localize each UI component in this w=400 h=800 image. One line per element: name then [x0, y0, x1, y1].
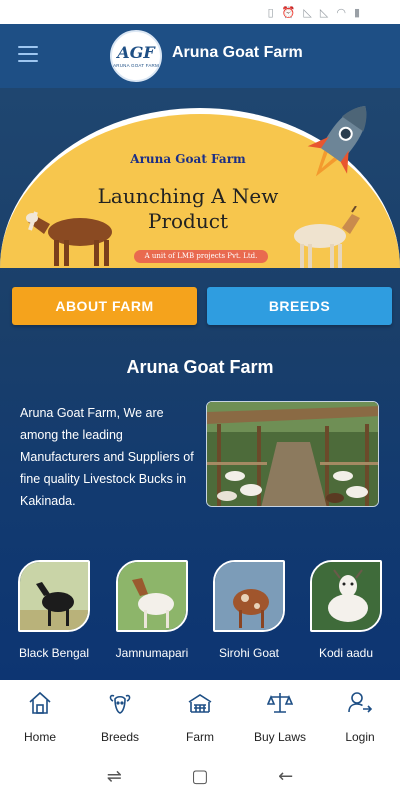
nav-item-buy-laws[interactable]: Buy Laws [240, 680, 320, 752]
section-title: Aruna Goat Farm [126, 357, 274, 377]
breed-card-black-bengal[interactable]: Black Bengal [18, 560, 90, 660]
scale-icon [267, 693, 293, 713]
no-signal-icon: ◺ [303, 5, 312, 19]
breed-card-sirohi-goat[interactable]: Sirohi Goat [213, 560, 285, 660]
app-bar: AGF ARUNA GOAT FARM Aruna Goat Farm [0, 24, 400, 88]
recent-apps-icon[interactable]: ⇌ [107, 766, 122, 787]
unit-badge: A unit of LMB projects Pvt. Ltd. [134, 250, 268, 263]
farm-shed-image [207, 402, 378, 506]
breeds-button[interactable]: BREEDS [207, 287, 392, 325]
back-icon[interactable]: ← [278, 766, 293, 787]
system-nav-bar: ⇌ ▢ ← [0, 752, 400, 800]
about-description: Aruna Goat Farm, We are among the leadin… [20, 406, 194, 508]
user-login-icon [348, 692, 373, 713]
logo-text: AGF [117, 42, 155, 62]
nav-label: Buy Laws [253, 730, 307, 744]
breed-image [116, 560, 188, 632]
goat-illustration-right [294, 206, 360, 268]
farm-icon [188, 694, 212, 713]
app-title: Aruna Goat Farm [172, 44, 303, 61]
breed-image [310, 560, 382, 632]
battery-icon: ▮ [353, 5, 360, 19]
promo-banner[interactable]: Aruna Goat Farm Launching A New Product [0, 88, 400, 268]
nav-item-farm[interactable]: Farm [160, 680, 240, 752]
status-bar: ▯ ⏰ ◺ ◺ ◠ ▮ [0, 0, 400, 24]
breeds-row: Black Bengal Jamnumapari Sirohi Goat Kod… [0, 560, 400, 670]
breed-image [18, 560, 90, 632]
nav-item-home[interactable]: Home [0, 680, 80, 752]
wifi-icon: ◠ [336, 5, 346, 19]
nav-item-login[interactable]: Login [320, 680, 400, 752]
breed-label: Jamnumapari [115, 646, 189, 660]
menu-icon[interactable] [18, 46, 38, 62]
breed-label: Kodi aadu [318, 646, 374, 660]
goat-illustration-left [26, 211, 112, 266]
vibrate-icon: ▯ [267, 5, 274, 19]
nav-label: Breeds [100, 730, 140, 744]
breed-card-jamnumapari[interactable]: Jamnumapari [116, 560, 188, 660]
banner-small-title: Aruna Goat Farm [130, 152, 246, 166]
breed-label: Sirohi Goat [218, 646, 280, 660]
nav-label: Login [345, 730, 375, 744]
home-icon [29, 691, 51, 714]
breed-card-kodi-aadu[interactable]: Kodi aadu [310, 560, 382, 660]
logo: AGF ARUNA GOAT FARM [110, 30, 162, 82]
nav-label: Home [23, 730, 56, 744]
breed-image [213, 560, 285, 632]
main-content[interactable]: Aruna Goat Farm Launching A New Product [0, 88, 400, 680]
nav-label: Farm [186, 730, 214, 744]
alarm-icon: ⏰ [281, 5, 296, 19]
nav-item-breeds[interactable]: Breeds [80, 680, 160, 752]
breed-label: Black Bengal [18, 646, 90, 660]
no-signal-icon: ◺ [319, 5, 329, 19]
home-button-icon[interactable]: ▢ [191, 766, 208, 787]
bottom-nav: Home Breeds Farm Buy Laws Login [0, 680, 400, 752]
about-farm-button[interactable]: ABOUT FARM [12, 287, 197, 325]
goat-head-icon [109, 694, 131, 714]
logo-subtext: ARUNA GOAT FARM [113, 62, 159, 68]
farm-photo [206, 401, 379, 507]
rocket-icon [307, 105, 367, 177]
